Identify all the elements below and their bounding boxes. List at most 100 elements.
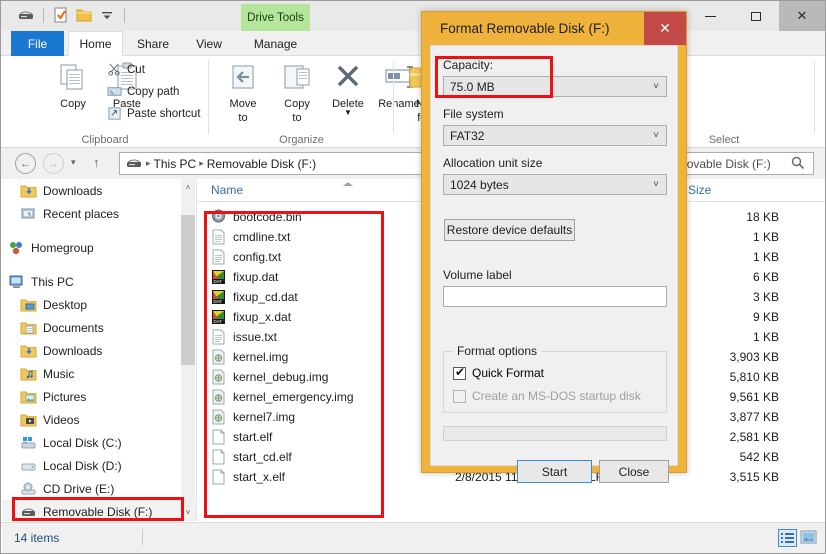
scrollbar-thumb[interactable] xyxy=(181,215,195,365)
new-folder-icon[interactable] xyxy=(75,6,93,24)
tab-file[interactable]: File xyxy=(11,31,64,56)
music-folder-icon xyxy=(20,366,37,382)
search-input[interactable]: Search Removable Disk (F:) xyxy=(683,152,814,175)
maximize-button[interactable] xyxy=(733,1,779,31)
sidebar-item-pictures[interactable]: Pictures xyxy=(2,385,196,408)
volume-label-input[interactable] xyxy=(443,286,667,307)
format-options-label: Format options xyxy=(453,344,542,358)
ribbon-group-clipboard: Copy Paste Cut \\.. Copy path Paste shor… xyxy=(1,56,209,148)
tab-manage[interactable]: Manage xyxy=(241,31,310,56)
back-button[interactable]: ← xyxy=(15,153,36,174)
close-dialog-button[interactable]: Close xyxy=(599,460,669,483)
start-button[interactable]: Start xyxy=(517,460,592,483)
up-button[interactable]: ↑ xyxy=(93,155,100,170)
customize-chevron-icon[interactable] xyxy=(98,6,116,24)
breadcrumb-separator-2[interactable]: ▸ xyxy=(199,158,204,169)
sidebar-item-local-disk-d[interactable]: Local Disk (D:) xyxy=(2,454,196,477)
breadcrumb-item-this-pc[interactable]: This PC xyxy=(154,157,197,171)
scroll-down-icon[interactable]: ˅ xyxy=(181,504,195,521)
paste-shortcut-label: Paste shortcut xyxy=(127,107,201,120)
file-name-label: start_cd.elf xyxy=(233,450,292,464)
allocation-unit-size-select[interactable]: 1024 bytes ˅ xyxy=(443,174,667,195)
sidebar-item-recent-places[interactable]: Recent places xyxy=(2,202,196,225)
file-name-label: fixup_cd.dat xyxy=(233,290,298,304)
new-file-icon[interactable] xyxy=(52,6,70,24)
sidebar-item-cd-drive-e[interactable]: CD Drive (E:) xyxy=(2,477,196,500)
capacity-select[interactable]: 75.0 MB ˅ xyxy=(443,76,667,97)
sidebar-item-homegroup[interactable]: Homegroup xyxy=(2,236,196,259)
msdos-startup-disk-checkbox: Create an MS-DOS startup disk xyxy=(453,389,641,403)
capacity-value: 75.0 MB xyxy=(450,79,495,94)
sidebar-item-downloads-2[interactable]: Downloads xyxy=(2,339,196,362)
tab-share[interactable]: Share xyxy=(125,31,181,56)
sidebar-item-this-pc[interactable]: This PC xyxy=(2,270,196,293)
chevron-down-icon[interactable]: ˅ xyxy=(653,81,659,92)
scroll-up-icon[interactable]: ˄ xyxy=(181,179,195,196)
file-name-label: kernel_debug.img xyxy=(233,370,329,384)
move-to-button[interactable]: Move to xyxy=(217,59,269,124)
dialog-body: Capacity: 75.0 MB ˅ File system FAT32 ˅ … xyxy=(430,45,678,483)
volume-label-label: Volume label xyxy=(443,268,512,282)
delete-chevron-down-icon[interactable]: ▼ xyxy=(322,109,374,117)
delete-button[interactable]: Delete ▼ xyxy=(322,59,374,117)
file-name-label: issue.txt xyxy=(233,330,278,344)
sidebar-item-removable-disk-f[interactable]: Removable Disk (F:) xyxy=(2,500,196,521)
search-icon[interactable] xyxy=(791,156,805,173)
copy-to-button[interactable]: Copy to xyxy=(271,59,323,124)
file-name-label: kernel_emergency.img xyxy=(233,390,354,404)
minimize-button[interactable] xyxy=(687,1,733,31)
sidebar-item-local-disk-c[interactable]: Local Disk (C:) xyxy=(2,431,196,454)
file-name-label: fixup_x.dat xyxy=(233,310,292,324)
forward-button[interactable]: → xyxy=(43,153,64,174)
sidebar-label: Music xyxy=(43,366,75,381)
dialog-close-icon[interactable]: ✕ xyxy=(644,12,686,45)
close-button[interactable]: ✕ xyxy=(779,1,825,31)
sidebar-item-documents[interactable]: Documents xyxy=(2,316,196,339)
sidebar-item-downloads[interactable]: Downloads xyxy=(2,179,196,202)
restore-device-defaults-button[interactable]: Restore device defaults xyxy=(444,219,575,241)
details-view-icon[interactable] xyxy=(778,529,797,547)
large-icons-view-icon[interactable] xyxy=(800,529,819,547)
sidebar-item-videos[interactable]: Videos xyxy=(2,408,196,431)
this-pc-icon xyxy=(8,274,25,290)
copy-button[interactable]: Copy xyxy=(47,59,99,110)
img-file-icon xyxy=(211,369,226,385)
navigation-scrollbar[interactable]: ˄ ˅ xyxy=(181,179,195,521)
breadcrumb-separator-1[interactable]: ▸ xyxy=(146,158,151,169)
file-system-select[interactable]: FAT32 ˅ xyxy=(443,125,667,146)
navigation-pane[interactable]: Downloads Recent places Homegroup This P… xyxy=(2,179,196,521)
chevron-down-icon[interactable]: ˅ xyxy=(653,179,659,190)
title-bar: ✕ xyxy=(1,1,825,31)
cut-button[interactable]: Cut xyxy=(107,62,145,77)
column-header-size[interactable]: Size xyxy=(679,179,789,201)
column-header-name[interactable]: Name xyxy=(203,179,453,201)
file-name-label: kernel.img xyxy=(233,350,289,364)
group-separator-3 xyxy=(814,60,815,134)
organize-group-title: Organize xyxy=(279,134,324,146)
file-system-value: FAT32 xyxy=(450,128,485,143)
tab-home[interactable]: Home xyxy=(68,31,123,56)
chevron-down-icon[interactable]: ˅ xyxy=(653,130,659,141)
recent-locations-chevron-down-icon[interactable]: ▾ xyxy=(71,157,76,168)
paste-shortcut-icon xyxy=(108,107,121,120)
move-to-label2: to xyxy=(238,112,248,124)
sidebar-item-music[interactable]: Music xyxy=(2,362,196,385)
quick-format-checkbox[interactable]: Quick Format xyxy=(453,365,544,380)
tab-view[interactable]: View xyxy=(183,31,235,56)
sidebar-label: Downloads xyxy=(43,343,103,358)
bin-file-icon xyxy=(211,209,226,225)
sidebar-item-desktop[interactable]: Desktop xyxy=(2,293,196,316)
move-to-icon xyxy=(232,65,254,89)
copy-to-icon xyxy=(284,65,310,89)
breadcrumb-item-removable-disk[interactable]: Removable Disk (F:) xyxy=(207,157,316,171)
copy-path-button[interactable]: \\.. Copy path xyxy=(107,84,179,99)
removable-disk-icon[interactable] xyxy=(17,6,35,24)
format-dialog: Format Removable Disk (F:) ✕ Capacity: 7… xyxy=(421,11,687,483)
img-file-icon xyxy=(211,349,226,365)
file-name-label: start_x.elf xyxy=(233,470,286,484)
sidebar-label: CD Drive (E:) xyxy=(43,481,115,496)
file-name-label: fixup.dat xyxy=(233,270,279,284)
img-file-icon xyxy=(211,409,226,425)
dat-file-icon: DAT xyxy=(211,269,226,285)
paste-shortcut-button[interactable]: Paste shortcut xyxy=(107,106,201,121)
